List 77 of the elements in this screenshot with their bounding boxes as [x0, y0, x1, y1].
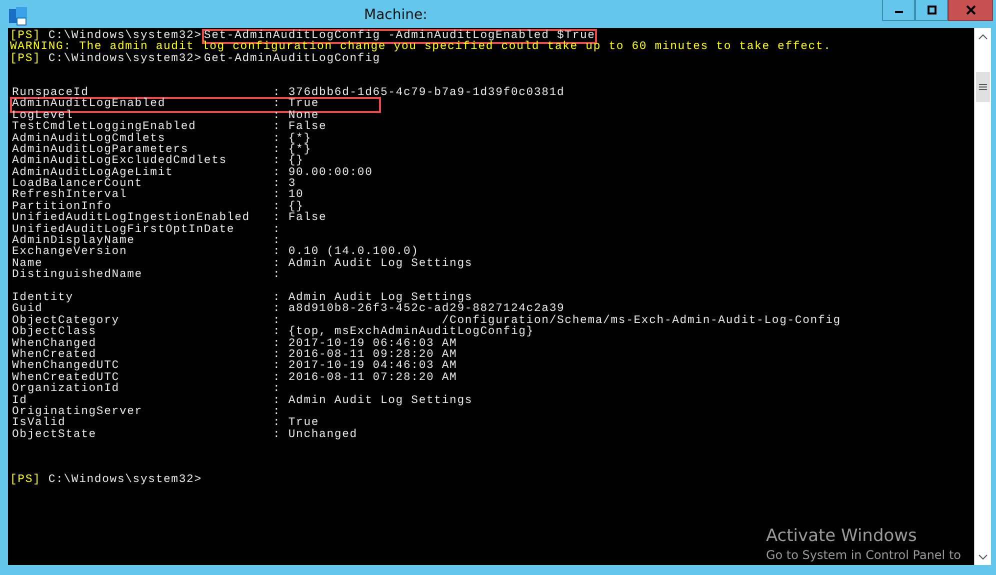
scrollbar-thumb[interactable] — [976, 72, 990, 102]
prompt-path: C:\Windows\system32> — [48, 475, 202, 487]
property-value: : — [273, 406, 281, 418]
property-name: AdminAuditLogParameters — [12, 144, 189, 156]
property-name: WhenChanged — [12, 338, 98, 350]
activation-text: Go to System in Control Panel to — [766, 547, 961, 563]
property-value: : True — [273, 418, 320, 430]
property-value: : 0.10 (14.0.100.0) — [273, 247, 419, 258]
chevron-down-icon — [978, 554, 988, 560]
property-value: : — [273, 224, 281, 236]
property-value: : Unchanged — [273, 430, 358, 442]
command-text: Get-AdminAuditLogConfig — [202, 52, 382, 67]
property-value: : — [273, 236, 281, 248]
property-name: PartitionInfo — [12, 202, 112, 213]
property-value: : — [273, 384, 281, 396]
property-value: : /Configuration/Schema/ms-Exch-Admin-Audit-Log-Config — [273, 316, 841, 327]
property-value: : None — [273, 110, 320, 122]
property-value: : 2016-08-11 07:28:20 AM — [273, 372, 458, 384]
property-value: : Admin Audit Log Settings — [273, 258, 473, 270]
maximize-button[interactable] — [915, 0, 948, 21]
property-name: UnifiedAuditLogIngestionEnabled — [12, 213, 251, 224]
property-name: WhenCreated — [12, 350, 96, 361]
property-name: Name — [12, 258, 43, 270]
property-name: IsValid — [12, 418, 66, 430]
property-name: AdminAuditLogEnabled — [12, 99, 167, 110]
property-name: RunspaceId — [12, 88, 89, 99]
close-icon — [966, 5, 976, 15]
property-value: : 10 — [273, 190, 304, 202]
property-name: ObjectState — [12, 430, 98, 442]
property-value: : 3 — [273, 179, 296, 190]
property-value: : 2017-10-19 04:46:03 AM — [273, 361, 458, 372]
close-button[interactable] — [948, 0, 993, 21]
property-name: Guid — [12, 304, 43, 316]
property-value: : Admin Audit Log Settings — [273, 396, 473, 407]
property-name: AdminAuditLogAgeLimit — [12, 168, 174, 179]
chevron-up-icon — [978, 34, 988, 40]
prompt-prefix: [PS] — [10, 475, 41, 487]
property-value: : 376dbb6d-1d65-4c79-b7a9-1d39f0c0381d — [273, 88, 565, 99]
app-icon — [8, 6, 28, 26]
property-name: WhenCreatedUTC — [12, 372, 120, 384]
property-name: RefreshInterval — [12, 190, 128, 202]
property-value: : {top, msExchAdminAuditLogConfig} — [273, 327, 534, 338]
property-name: OriginatingServer — [12, 406, 144, 418]
maximize-icon — [926, 5, 936, 15]
prompt-prefix: [PS] — [10, 54, 41, 66]
property-value: : True — [273, 99, 320, 110]
prompt-path: C:\Windows\system32> — [48, 54, 202, 66]
property-value: : {} — [273, 156, 304, 168]
property-name: Identity — [12, 292, 74, 304]
property-name: AdminAuditLogCmdlets — [12, 134, 166, 145]
property-value: : a8d910b8-26f3-452c-ad29-8827124c2a39 — [273, 304, 565, 316]
property-name: UnifiedAuditLogFirstOptInDate — [12, 224, 236, 236]
property-name: ObjectClass — [12, 327, 98, 338]
property-name: TestCmdletLoggingEnabled — [12, 122, 198, 134]
activation-title: Activate Windows — [766, 525, 918, 547]
property-value: : False — [273, 213, 327, 225]
property-value: : {*} — [273, 144, 312, 156]
property-name: WhenChangedUTC — [12, 361, 120, 372]
property-name: Id — [12, 396, 28, 406]
property-value: : 2017-10-19 06:46:03 AM — [273, 338, 458, 350]
property-value: : False — [273, 122, 327, 134]
prompt-prefix: [PS] — [10, 31, 41, 42]
property-name: LogLevel — [12, 110, 74, 122]
property-name: ObjectCategory — [12, 316, 120, 327]
property-name: DistinguishedName — [12, 270, 144, 282]
property-value: : 90.00:00:00 — [273, 168, 373, 179]
property-name: OrganizationId — [12, 384, 120, 396]
property-name: ExchangeVersion — [12, 247, 128, 258]
property-value: : 2016-08-11 09:28:20 AM — [273, 350, 458, 361]
property-name: AdminAuditLogExcludedCmdlets — [12, 156, 228, 168]
prompt-path: C:\Windows\system32> — [48, 31, 202, 42]
property-value: : — [273, 270, 281, 282]
window-title: Machine: — [364, 7, 428, 23]
property-value: : Admin Audit Log Settings — [273, 292, 473, 304]
property-value: : {} — [273, 202, 304, 213]
minimize-button[interactable] — [882, 0, 915, 21]
property-value: : {*} — [273, 134, 312, 145]
